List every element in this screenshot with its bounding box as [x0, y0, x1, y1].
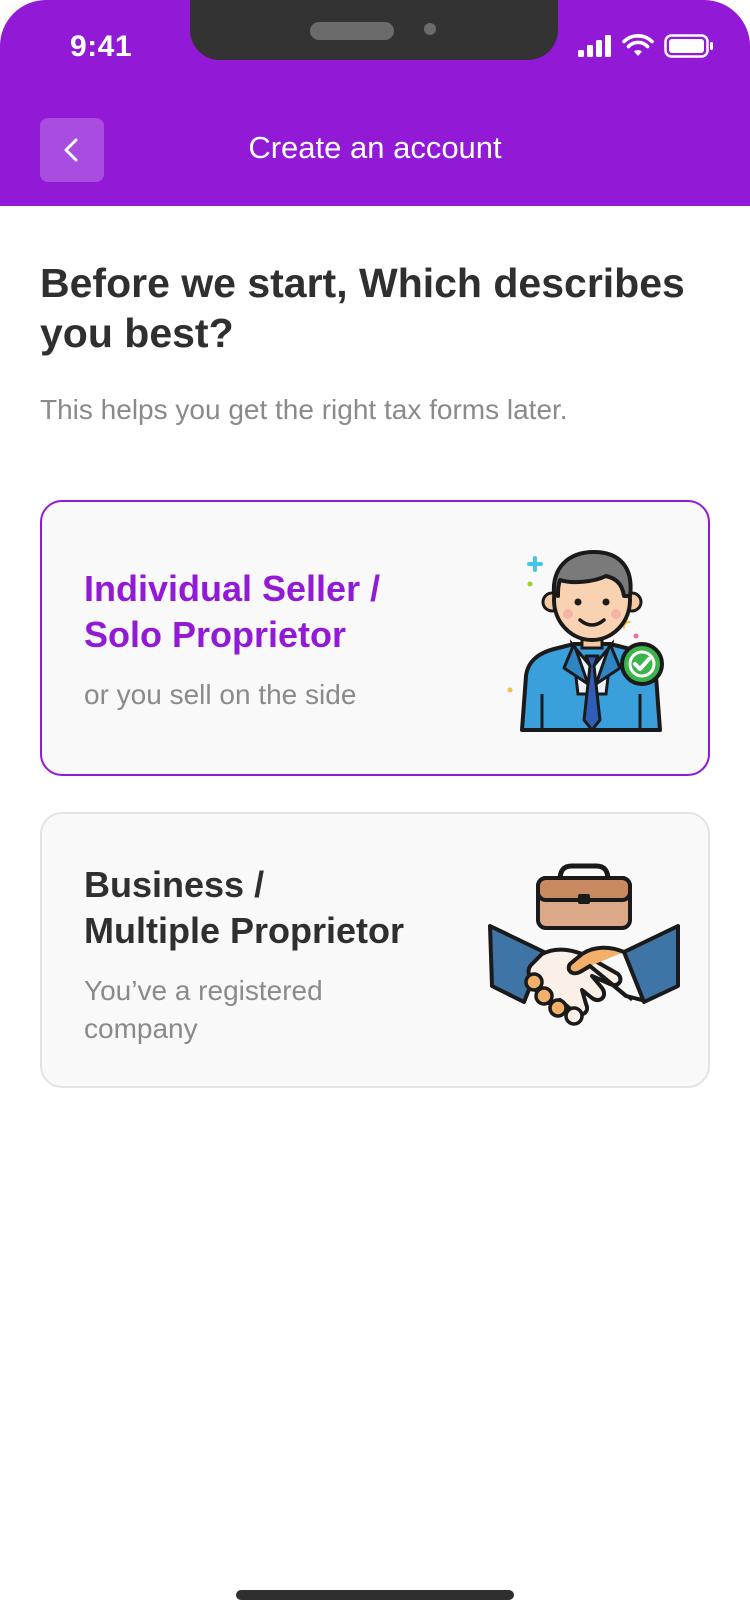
header: 9:41 Create an account: [0, 0, 750, 206]
intro-section: Before we start, Which describes you bes…: [40, 258, 720, 428]
option-card-business[interactable]: Business / Multiple Proprietor You’ve a …: [40, 812, 710, 1088]
battery-icon: [664, 34, 713, 58]
speaker-grille: [310, 22, 394, 40]
page-title: Create an account: [248, 130, 502, 165]
wifi-icon: [622, 34, 654, 56]
option-description: You’ve a registered company: [84, 975, 323, 1044]
option-title-line: Individual Seller /: [84, 568, 381, 609]
businessman-icon: [507, 550, 664, 732]
status-icons: [578, 34, 714, 58]
status-time: 9:41: [70, 30, 133, 63]
front-camera: [424, 23, 436, 35]
option-card-individual[interactable]: Individual Seller / Solo Proprietor or y…: [40, 500, 710, 776]
option-title-line: Business /: [84, 864, 265, 905]
option-title: Business / Multiple Proprietor: [84, 862, 464, 954]
option-description: or you sell on the side: [84, 679, 357, 710]
question-subheading: This helps you get the right tax forms l…: [40, 394, 568, 425]
home-indicator[interactable]: [236, 1590, 514, 1600]
device-notch: [190, 0, 558, 60]
option-title-line: Solo Proprietor: [84, 614, 347, 655]
option-title: Individual Seller / Solo Proprietor: [84, 566, 464, 658]
signal-icon: [578, 35, 611, 57]
question-heading: Before we start, Which describes you bes…: [40, 260, 685, 356]
handshake-briefcase-icon: [488, 863, 680, 1026]
option-title-line: Multiple Proprietor: [84, 910, 405, 951]
